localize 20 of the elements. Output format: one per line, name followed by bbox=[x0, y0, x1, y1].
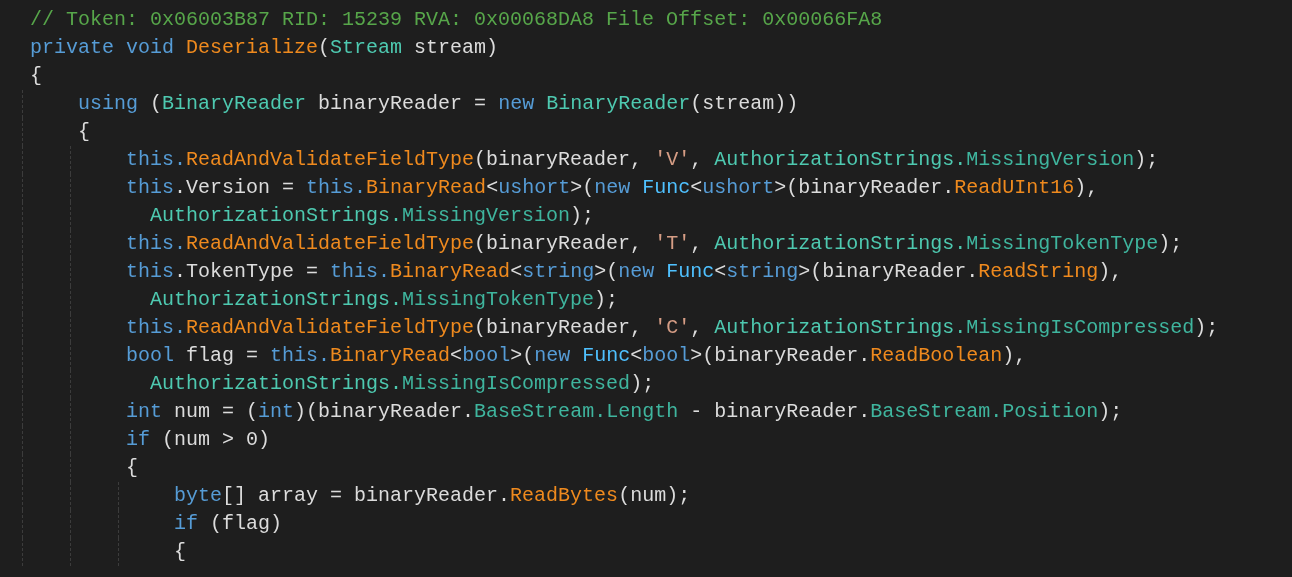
code-line: { bbox=[30, 64, 43, 87]
code-line: if (num > 0) bbox=[125, 428, 271, 451]
code-line: this.Version = this.BinaryRead<ushort>(new Func<ushort>(binaryReader.ReadUInt16), bbox=[125, 176, 1099, 199]
code-line: int num = (int)(binaryReader.BaseStream.Length - binaryReader.BaseStream.Position); bbox=[125, 400, 1123, 423]
code-line: { bbox=[125, 456, 139, 479]
code-line: this.ReadAndValidateFieldType(binaryReader, 'T', AuthorizationStrings.MissingTokenType); bbox=[125, 232, 1183, 255]
code-line: { bbox=[173, 540, 187, 563]
code-line: AuthorizationStrings.MissingTokenType); bbox=[149, 288, 619, 311]
code-line: byte[] array = binaryReader.ReadBytes(num); bbox=[173, 484, 691, 507]
code-line: AuthorizationStrings.MissingIsCompressed); bbox=[149, 372, 655, 395]
code-line: { bbox=[77, 120, 91, 143]
code-line: this.TokenType = this.BinaryRead<string>(new Func<string>(binaryReader.ReadString), bbox=[125, 260, 1123, 283]
code-line: this.ReadAndValidateFieldType(binaryReader, 'V', AuthorizationStrings.MissingVersion); bbox=[125, 148, 1159, 171]
code-line: using (BinaryReader binaryReader = new BinaryReader(stream)) bbox=[77, 92, 799, 115]
code-line: AuthorizationStrings.MissingVersion); bbox=[149, 204, 595, 227]
code-line: this.ReadAndValidateFieldType(binaryReader, 'C', AuthorizationStrings.MissingIsCompressed); bbox=[125, 316, 1219, 339]
code-line: bool flag = this.BinaryRead<bool>(new Func<bool>(binaryReader.ReadBoolean), bbox=[125, 344, 1027, 367]
code-line: // Token: 0x06003B87 RID: 15239 RVA: 0x00068DA8 File Offset: 0x00066FA8 bbox=[30, 8, 883, 31]
code-line: if (flag) bbox=[173, 512, 283, 535]
code-line: private void Deserialize(Stream stream) bbox=[30, 36, 499, 59]
